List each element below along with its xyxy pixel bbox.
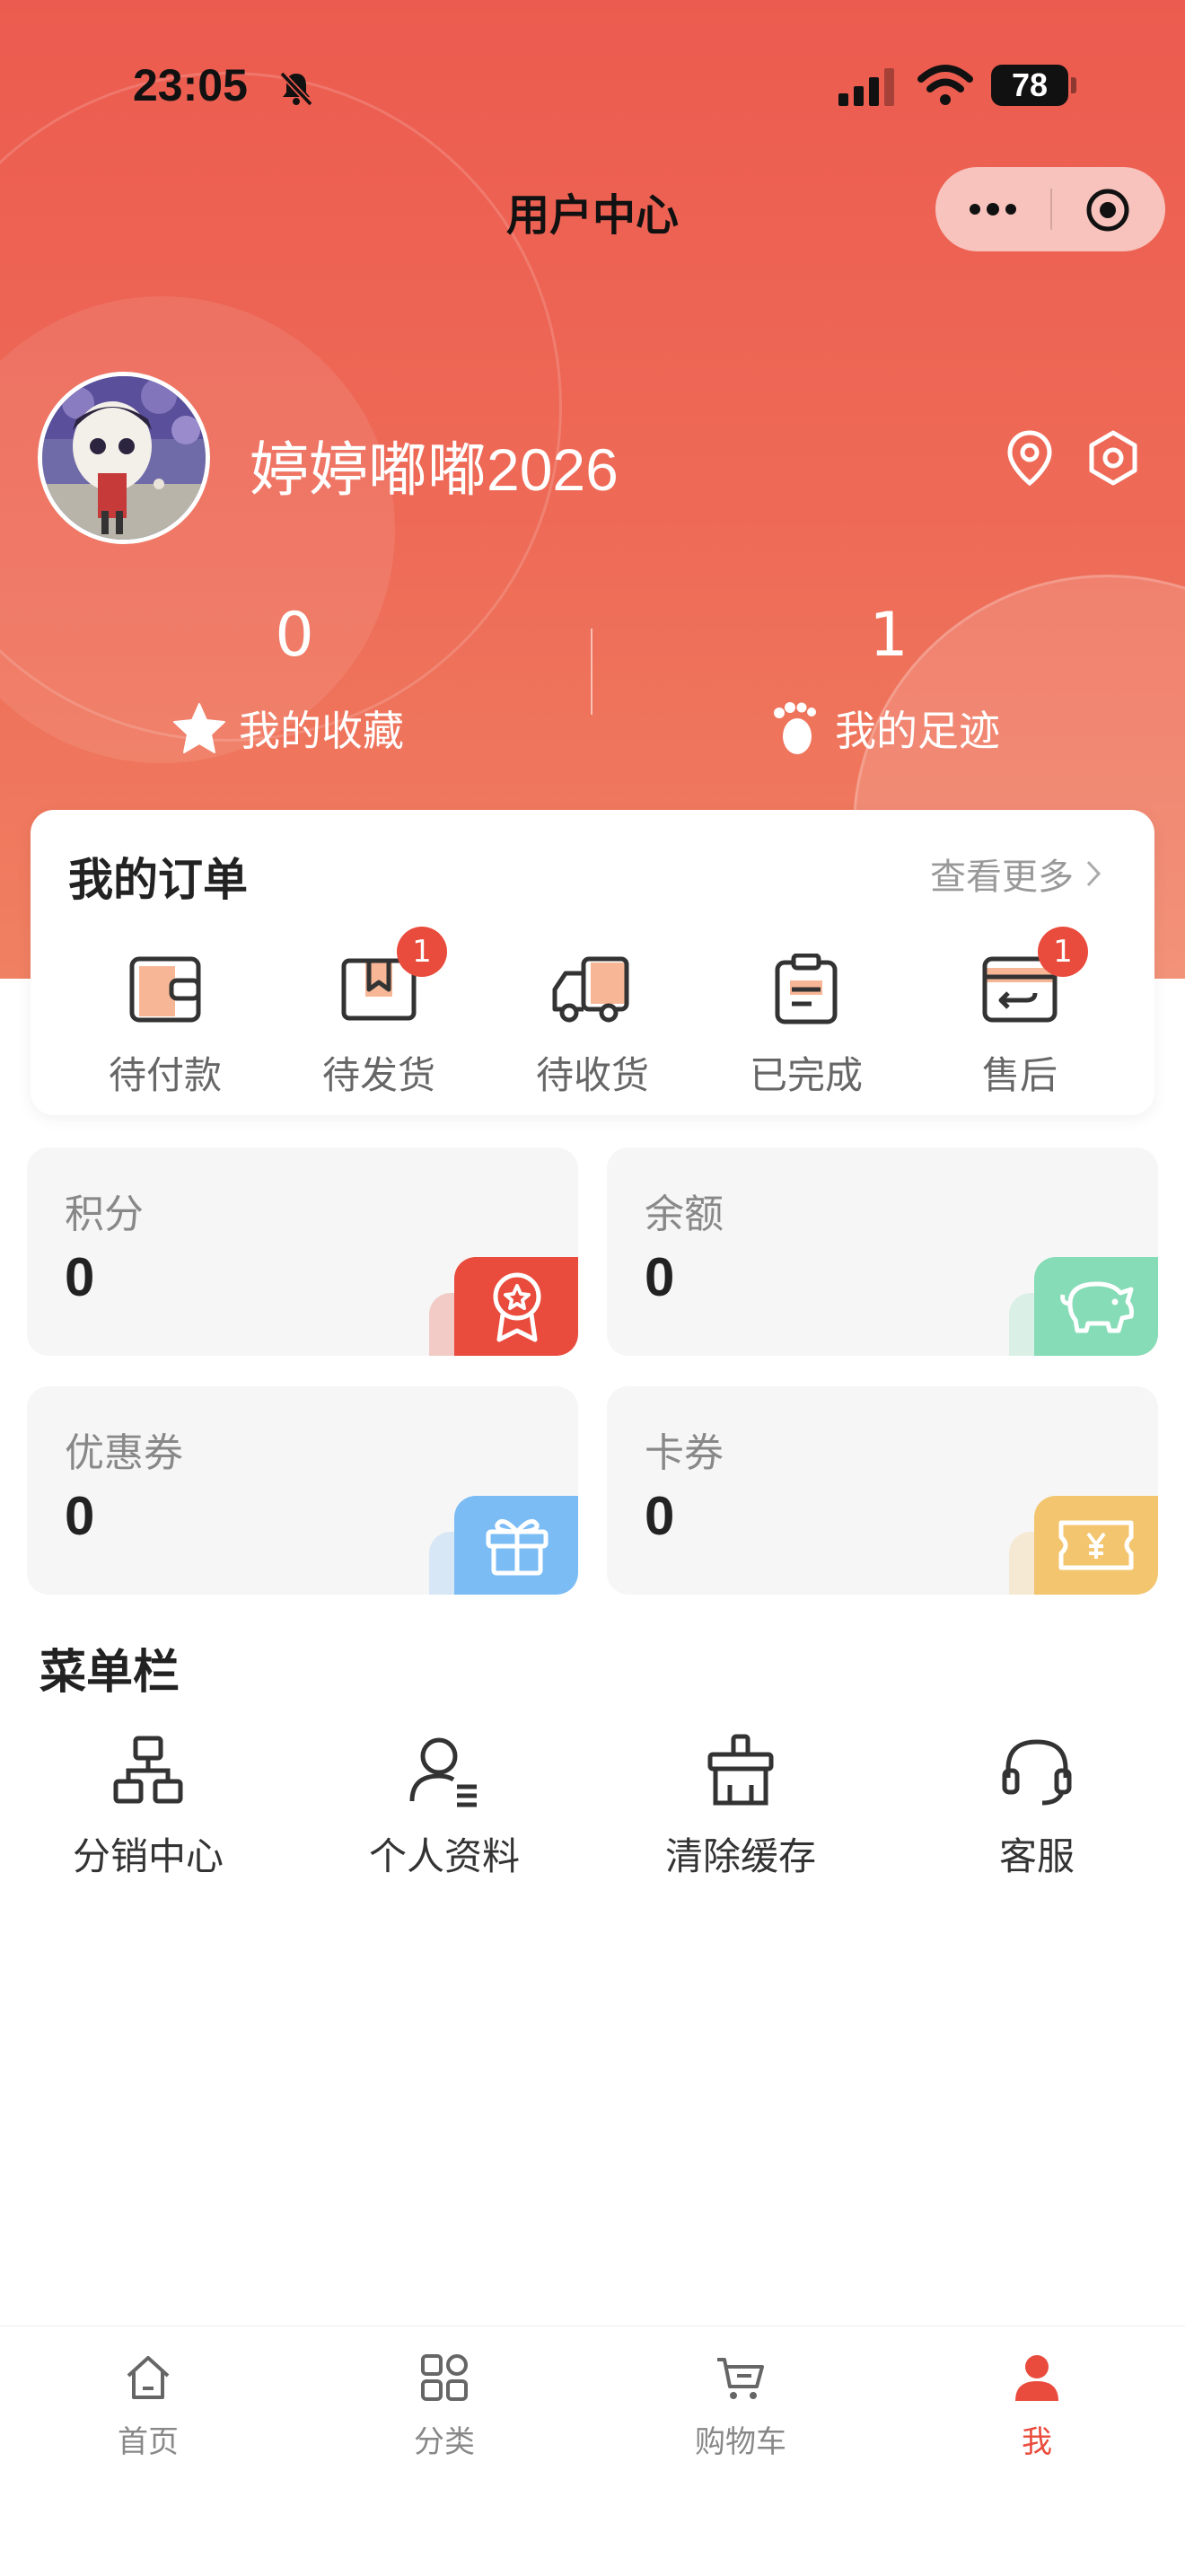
cart-icon <box>717 2358 764 2399</box>
close-target-icon[interactable] <box>1084 187 1131 233</box>
view-more-link[interactable]: 查看更多 <box>930 848 1102 900</box>
user-profile-icon <box>409 1737 477 1807</box>
menu-label: 个人资料 <box>368 1834 520 1878</box>
status-time: 23:05 <box>133 60 248 110</box>
order-label: 售后 <box>981 1053 1058 1097</box>
favorites-button[interactable]: 我的收藏 <box>172 699 404 758</box>
balance-label: 余额 <box>645 1191 724 1237</box>
order-pending-payment[interactable]: 待付款 <box>75 954 255 1100</box>
truck-icon <box>552 956 629 1023</box>
footprints-button[interactable]: 我的足迹 <box>770 699 1000 758</box>
view-more-label: 查看更多 <box>930 857 1074 898</box>
ticket-icon <box>1058 1520 1134 1570</box>
home-icon <box>127 2356 170 2399</box>
clipboard-icon <box>775 953 838 1024</box>
username[interactable]: 婷婷嘟嘟2026 <box>250 422 619 508</box>
mini-program-capsule <box>935 167 1165 251</box>
capsule-divider <box>1050 189 1052 230</box>
mute-bell-icon <box>279 71 313 107</box>
order-after-sales[interactable]: 售后 <box>930 954 1110 1100</box>
settings-hexagon-icon[interactable] <box>1084 429 1142 487</box>
tab-label: 我 <box>1022 2424 1052 2460</box>
org-chart-icon <box>113 1736 183 1804</box>
orders-title: 我的订单 <box>68 854 248 906</box>
menu-profile[interactable]: 个人资料 <box>328 1733 561 1881</box>
wifi-icon <box>917 65 973 105</box>
balance-tile[interactable]: 余额 0 <box>607 1147 1158 1356</box>
tab-category[interactable]: 分类 <box>355 2352 534 2461</box>
footprint-icon <box>774 702 816 754</box>
menu-label: 清除缓存 <box>664 1834 816 1878</box>
tab-cart[interactable]: 购物车 <box>651 2352 830 2461</box>
coupons-label: 优惠券 <box>65 1430 183 1476</box>
broom-icon <box>707 1734 774 1806</box>
avatar[interactable] <box>38 372 210 544</box>
vouchers-tile[interactable]: 卡券 0 <box>607 1386 1158 1595</box>
coupons-value: 0 <box>65 1486 95 1546</box>
order-pending-receipt[interactable]: 待收货 <box>503 954 682 1100</box>
menu-section-title: 菜单栏 <box>40 1646 180 1700</box>
battery-indicator: 78 <box>991 65 1068 106</box>
balance-value: 0 <box>645 1247 675 1307</box>
favorites-label: 我的收藏 <box>239 707 404 755</box>
menu-customer-service[interactable]: 客服 <box>920 1733 1154 1881</box>
menu-distribution-center[interactable]: 分销中心 <box>31 1733 265 1881</box>
headset-icon <box>1002 1739 1072 1806</box>
more-dots-icon[interactable] <box>966 194 1020 224</box>
order-completed[interactable]: 已完成 <box>716 953 896 1100</box>
tab-me[interactable]: 我 <box>947 2352 1127 2461</box>
points-tile[interactable]: 积分 0 <box>27 1147 578 1356</box>
order-pending-shipment[interactable]: 待发货 <box>289 954 469 1100</box>
vouchers-value: 0 <box>645 1486 675 1546</box>
tile-icon-bg <box>1034 1257 1158 1356</box>
vouchers-label: 卡券 <box>645 1430 724 1476</box>
order-label: 待付款 <box>108 1053 222 1097</box>
piggy-bank-icon <box>1060 1281 1134 1333</box>
order-badge: 1 <box>397 927 447 977</box>
tile-icon-bg <box>454 1257 578 1356</box>
footprints-count[interactable]: 1 <box>754 600 1023 671</box>
points-label: 积分 <box>65 1191 144 1237</box>
menu-label: 分销中心 <box>72 1834 224 1878</box>
wallet-icon <box>129 956 201 1023</box>
points-value: 0 <box>65 1247 95 1307</box>
battery-cap <box>1071 77 1076 93</box>
order-label: 已完成 <box>749 1053 863 1097</box>
tab-label: 分类 <box>414 2424 475 2460</box>
tile-icon-bg <box>1034 1496 1158 1595</box>
battery-level: 78 <box>1011 66 1049 103</box>
tab-label: 首页 <box>118 2424 179 2460</box>
menu-label: 客服 <box>998 1834 1075 1878</box>
tab-label: 购物车 <box>695 2424 786 2460</box>
chevron-right-icon <box>1086 860 1102 887</box>
menu-clear-cache[interactable]: 清除缓存 <box>624 1733 857 1881</box>
category-icon <box>421 2354 468 2401</box>
star-icon <box>173 703 225 753</box>
tile-icon-bg <box>454 1496 578 1595</box>
order-label: 待收货 <box>535 1053 649 1097</box>
coupons-tile[interactable]: 优惠券 0 <box>27 1386 578 1595</box>
signal-icon <box>838 68 894 106</box>
avatar-image <box>42 376 206 540</box>
person-icon <box>1015 2355 1058 2401</box>
stats-divider <box>591 629 592 715</box>
medal-icon <box>493 1272 541 1342</box>
favorites-count[interactable]: 0 <box>160 600 429 671</box>
tab-home[interactable]: 首页 <box>58 2352 238 2461</box>
footprints-label: 我的足迹 <box>835 707 1000 755</box>
order-badge: 1 <box>1038 927 1088 977</box>
order-label: 待发货 <box>321 1053 435 1097</box>
location-pin-icon[interactable] <box>1004 429 1056 487</box>
gift-icon <box>486 1518 549 1576</box>
